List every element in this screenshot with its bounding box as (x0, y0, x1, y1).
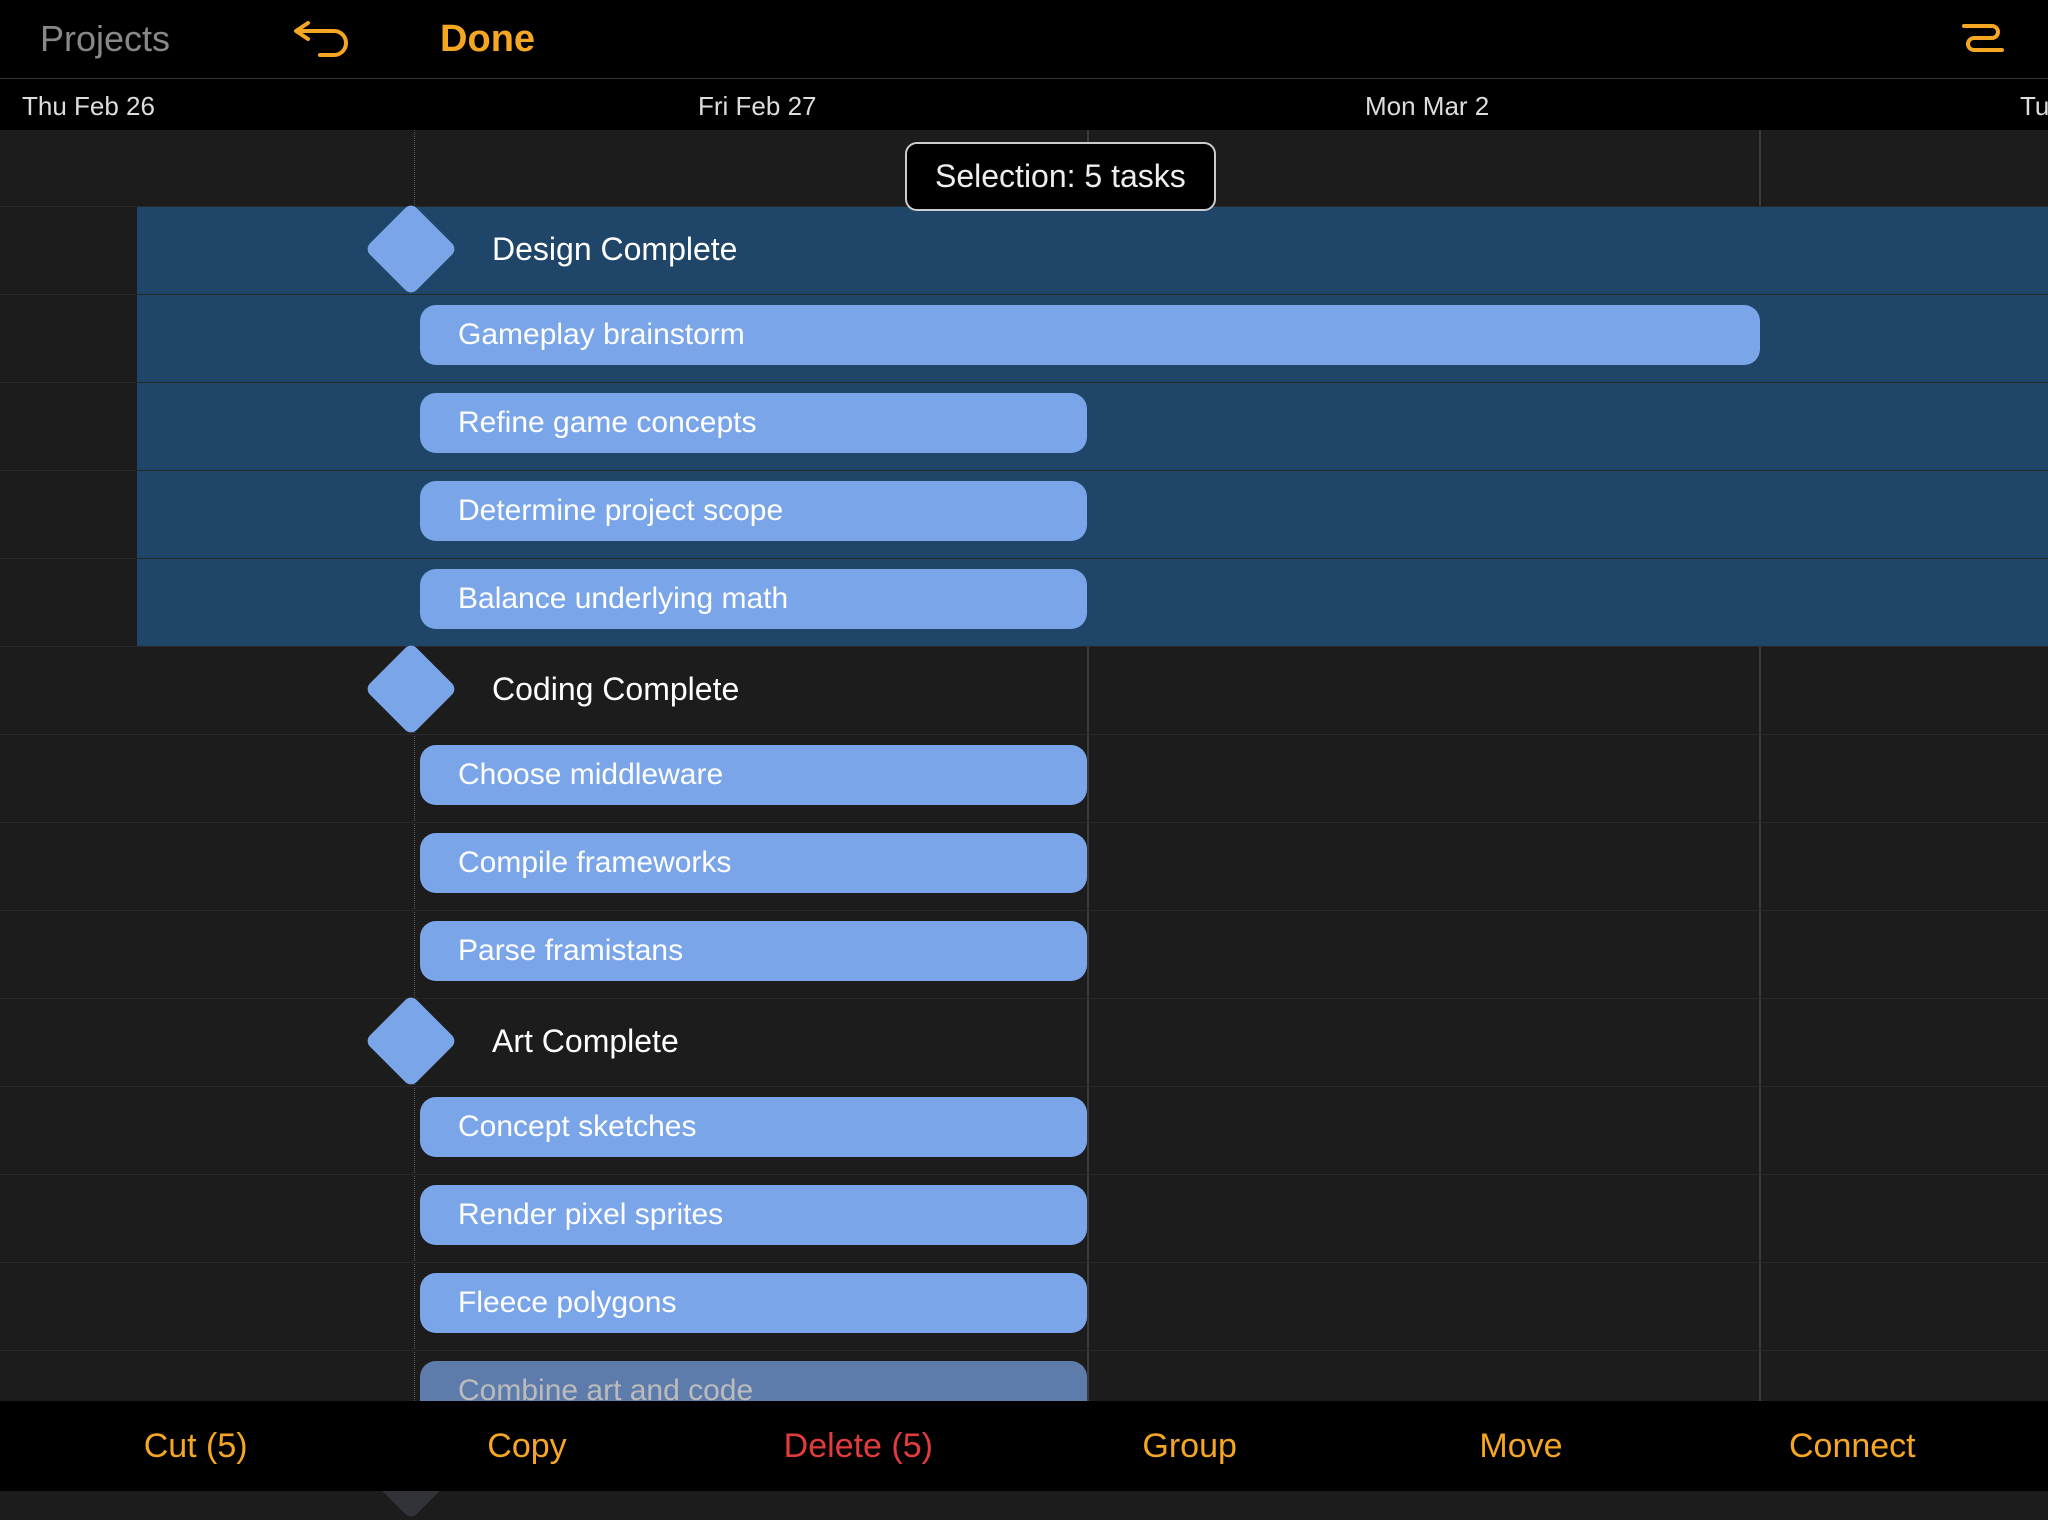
task-bar[interactable]: Concept sketches (420, 1097, 1087, 1157)
task-bar[interactable]: Choose middleware (420, 745, 1087, 805)
date-label: Tu (2020, 91, 2048, 122)
task-label: Balance underlying math (458, 582, 788, 616)
milestone[interactable]: Coding Complete (378, 656, 739, 722)
date-label: Thu Feb 26 (22, 91, 155, 122)
copy-button[interactable]: Copy (361, 1427, 692, 1466)
task-label: Refine game concepts (458, 406, 757, 440)
timeline-row[interactable] (0, 998, 2048, 1086)
milestone-label: Art Complete (492, 1023, 679, 1060)
task-label: Compile frameworks (458, 846, 731, 880)
timeline-row[interactable] (0, 206, 2048, 294)
date-label: Fri Feb 27 (698, 91, 817, 122)
task-label: Fleece polygons (458, 1286, 676, 1320)
milestone-label: Design Complete (492, 231, 737, 268)
task-label: Concept sketches (458, 1110, 696, 1144)
task-bar[interactable]: Compile frameworks (420, 833, 1087, 893)
date-label: Mon Mar 2 (1365, 91, 1489, 122)
milestone[interactable]: Art Complete (378, 1008, 679, 1074)
task-bar[interactable]: Refine game concepts (420, 393, 1087, 453)
milestone[interactable]: Design Complete (378, 216, 737, 282)
done-button[interactable]: Done (440, 18, 535, 61)
group-button[interactable]: Group (1024, 1427, 1355, 1466)
top-bar: Projects Done (0, 0, 2048, 78)
timeline-area[interactable]: Selection: 5 tasks Design Complete Codin… (0, 130, 2048, 1401)
task-bar[interactable]: Fleece polygons (420, 1273, 1087, 1333)
task-label: Render pixel sprites (458, 1198, 723, 1232)
milestone-label: Coding Complete (492, 671, 739, 708)
move-button[interactable]: Move (1355, 1427, 1686, 1466)
task-bar[interactable]: Gameplay brainstorm (420, 305, 1760, 365)
date-ruler: Thu Feb 26 Fri Feb 27 Mon Mar 2 Tu (0, 78, 2048, 130)
task-label: Determine project scope (458, 494, 783, 528)
task-label: Parse framistans (458, 934, 683, 968)
projects-button[interactable]: Projects (40, 18, 170, 60)
connect-button[interactable]: Connect (1687, 1427, 2018, 1466)
task-label: Gameplay brainstorm (458, 318, 745, 352)
timeline-row[interactable] (0, 646, 2048, 734)
action-toolbar: Cut (5) Copy Delete (5) Group Move Conne… (0, 1401, 2048, 1491)
diamond-icon (364, 202, 457, 295)
task-label: Combine art and code (458, 1374, 753, 1401)
diamond-icon (364, 994, 457, 1087)
delete-button[interactable]: Delete (5) (693, 1427, 1024, 1466)
task-label: Choose middleware (458, 758, 723, 792)
diamond-icon (364, 642, 457, 735)
task-bar[interactable]: Balance underlying math (420, 569, 1087, 629)
task-bar[interactable]: Render pixel sprites (420, 1185, 1087, 1245)
menu-icon[interactable] (1958, 18, 2008, 65)
selection-tooltip: Selection: 5 tasks (905, 142, 1216, 211)
task-bar[interactable]: Combine art and code (420, 1361, 1087, 1401)
undo-icon[interactable] (290, 17, 350, 61)
task-bar[interactable]: Determine project scope (420, 481, 1087, 541)
task-bar[interactable]: Parse framistans (420, 921, 1087, 981)
cut-button[interactable]: Cut (5) (30, 1427, 361, 1466)
